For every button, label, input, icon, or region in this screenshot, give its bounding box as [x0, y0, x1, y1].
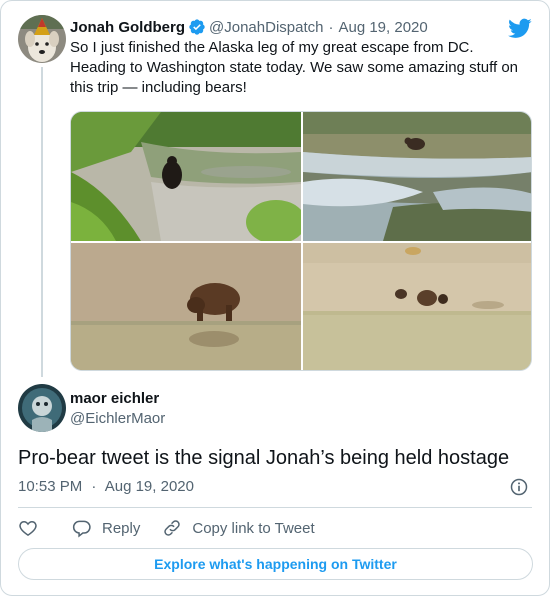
- reply-time: 10:53 PM: [18, 478, 83, 495]
- embedded-tweet-card: Jonah Goldberg @JonahDispatch · Aug 19, …: [0, 0, 550, 596]
- reply-icon: [72, 520, 91, 538]
- tweet-date[interactable]: Aug 19, 2020: [338, 19, 427, 36]
- divider: [18, 507, 532, 508]
- reply-label: Reply: [102, 519, 141, 537]
- tweet-media-grid[interactable]: [70, 111, 532, 371]
- reply-text: Pro-bear tweet is the signal Jonah’s bei…: [18, 447, 510, 469]
- reply-timestamp[interactable]: 10:53 PM · Aug 19, 2020: [18, 478, 194, 495]
- photo-bear-riverbank[interactable]: [71, 112, 301, 241]
- info-icon[interactable]: [509, 477, 529, 497]
- separator-dot: ·: [91, 478, 97, 495]
- tweet-header: Jonah Goldberg @JonahDispatch · Aug 19, …: [70, 17, 428, 37]
- explore-twitter-button[interactable]: Explore what's happening on Twitter: [18, 548, 533, 580]
- reply-date: Aug 19, 2020: [104, 478, 194, 495]
- photo-bears-family[interactable]: [303, 243, 531, 370]
- copy-link-label: Copy link to Tweet: [192, 519, 315, 537]
- avatar-maor-eichler[interactable]: [18, 384, 66, 432]
- thread-connector-line: [41, 67, 43, 377]
- heart-icon: [19, 520, 37, 536]
- copy-link-button[interactable]: Copy link to Tweet: [162, 518, 315, 538]
- author-name[interactable]: Jonah Goldberg: [70, 19, 185, 36]
- separator-dot: ·: [328, 18, 334, 36]
- photo-brown-bear-shore[interactable]: [71, 243, 301, 370]
- tweet-actions: Reply Copy link to Tweet: [18, 515, 337, 541]
- reply-button[interactable]: Reply: [72, 518, 140, 538]
- copy-link-icon: [164, 520, 181, 536]
- reply-author-name[interactable]: maor eichler: [70, 390, 159, 407]
- verified-badge-icon: [189, 19, 205, 35]
- reply-author-handle[interactable]: @EichlerMaor: [70, 410, 165, 427]
- author-handle[interactable]: @JonahDispatch: [209, 19, 323, 36]
- tweet-text: So I just finished the Alaska leg of my …: [70, 39, 519, 96]
- avatar-jonah-goldberg[interactable]: [18, 15, 66, 63]
- like-button[interactable]: [18, 518, 38, 538]
- photo-bear-tidal-flat[interactable]: [303, 112, 531, 241]
- twitter-bird-icon[interactable]: [508, 16, 532, 40]
